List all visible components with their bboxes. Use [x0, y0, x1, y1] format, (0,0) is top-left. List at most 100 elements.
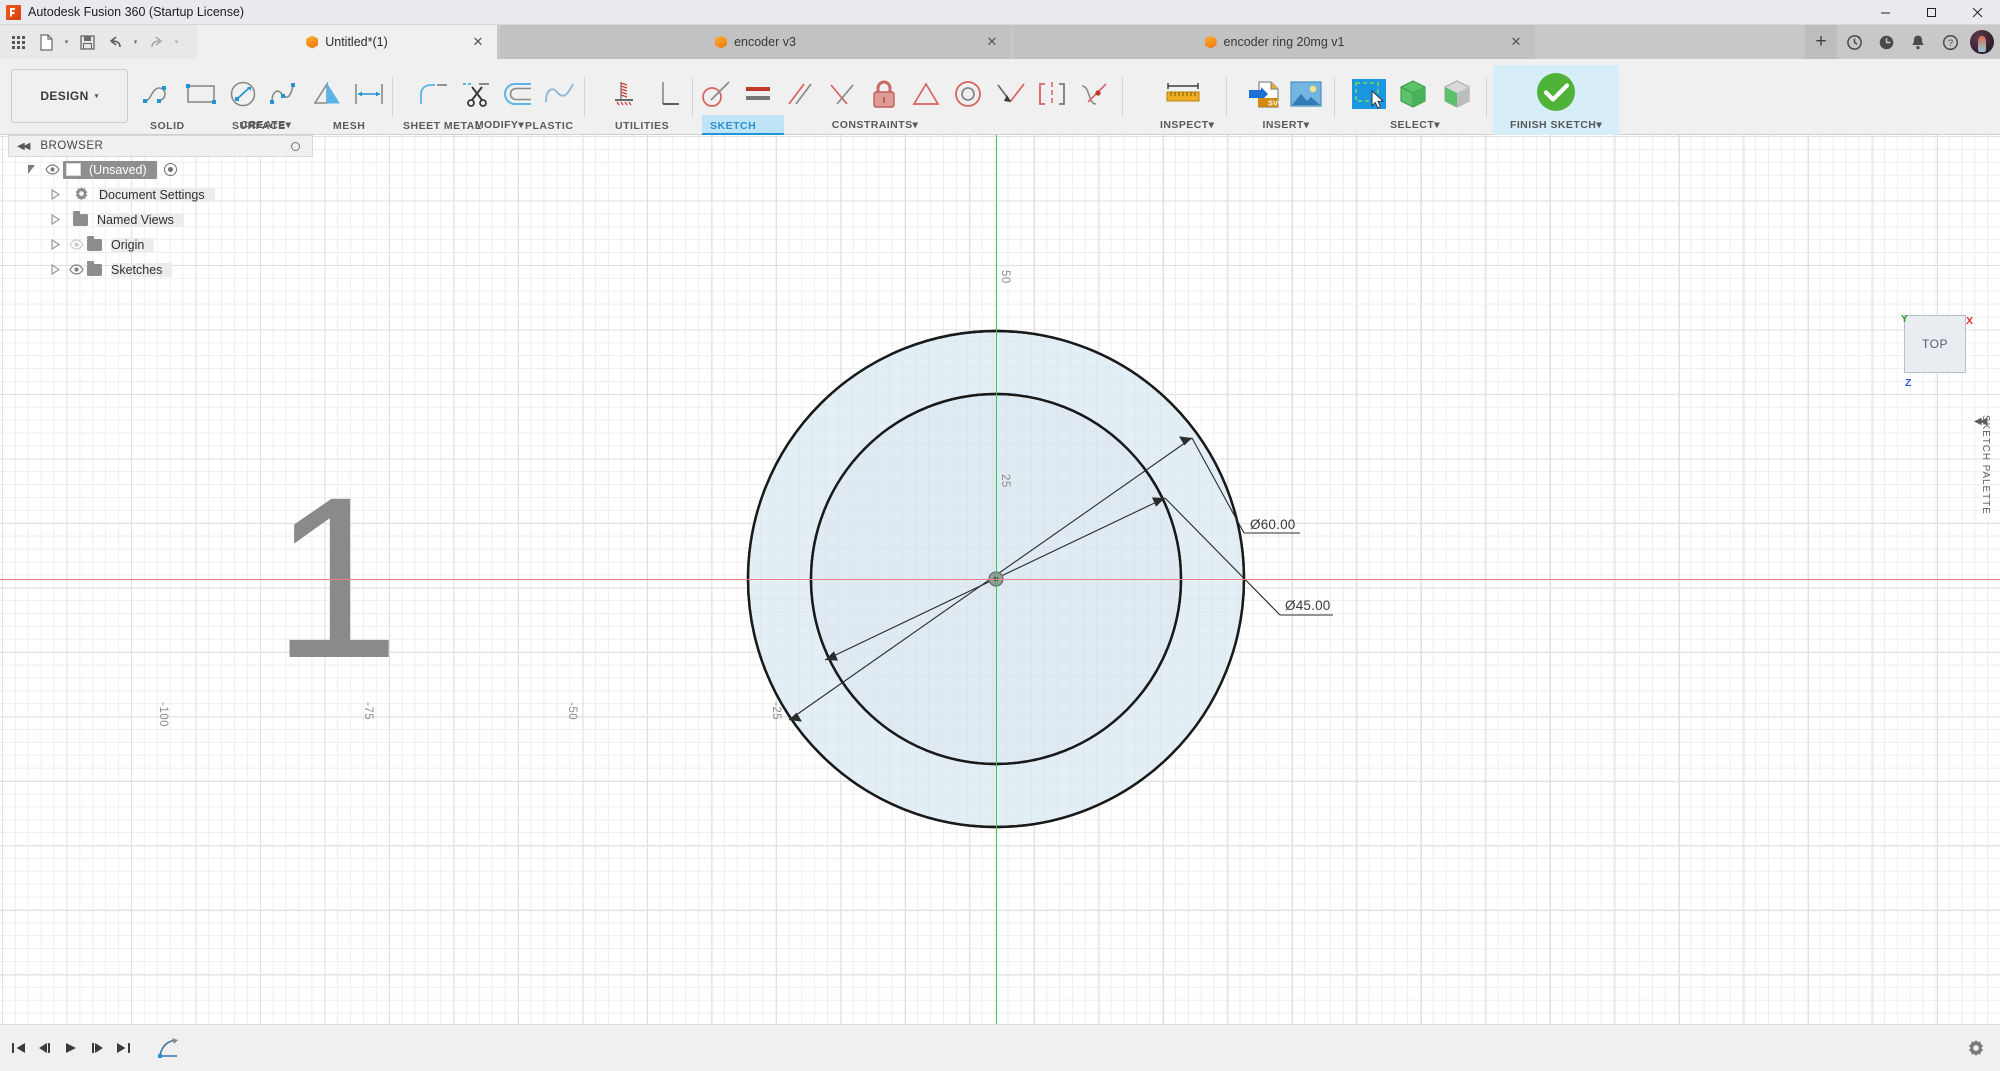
- redo-caret[interactable]: ▾: [171, 29, 182, 55]
- collinear-icon[interactable]: [991, 75, 1029, 113]
- curvature-continuous-icon[interactable]: [1075, 75, 1113, 113]
- user-avatar[interactable]: [1970, 30, 1994, 54]
- redo-icon[interactable]: [143, 29, 169, 55]
- insert-svg-icon[interactable]: SVG: [1244, 75, 1284, 113]
- curvature-icon[interactable]: [541, 75, 579, 113]
- new-document-icon[interactable]: [33, 29, 59, 55]
- trim-icon[interactable]: [457, 75, 495, 113]
- dimension-inner-diameter[interactable]: Ø45.00: [1285, 598, 1330, 613]
- midpoint-icon[interactable]: [907, 75, 945, 113]
- browser-row-sketches[interactable]: Sketches: [8, 257, 313, 282]
- job-status-icon[interactable]: [1839, 27, 1869, 57]
- app-title: Autodesk Fusion 360 (Startup License): [28, 5, 244, 19]
- offset-icon[interactable]: [350, 75, 388, 113]
- measure-icon[interactable]: [1160, 75, 1206, 113]
- insert-image-icon[interactable]: [1286, 75, 1326, 113]
- concentric-icon[interactable]: [949, 75, 987, 113]
- tab-utilities[interactable]: UTILITIES: [615, 120, 669, 132]
- line-icon[interactable]: [140, 75, 178, 113]
- view-cube[interactable]: TOP: [1904, 315, 1966, 373]
- new-tab-button[interactable]: +: [1805, 25, 1837, 59]
- document-tab-label: encoder ring 20mg v1: [1224, 35, 1345, 49]
- expand-arrow-icon[interactable]: [26, 164, 38, 176]
- workspace-switcher-button[interactable]: DESIGN ▾: [11, 69, 128, 123]
- fix-lock-icon[interactable]: [865, 75, 903, 113]
- view-cube-face-label: TOP: [1922, 337, 1948, 351]
- new-document-caret[interactable]: ▾: [61, 29, 72, 55]
- notifications-bell-icon[interactable]: [1903, 27, 1933, 57]
- minimize-button[interactable]: [1862, 0, 1908, 25]
- expand-arrow-icon[interactable]: [50, 264, 62, 276]
- close-button[interactable]: [1954, 0, 2000, 25]
- browser-row-unsaved[interactable]: (Unsaved): [8, 157, 313, 182]
- perpendicular-icon[interactable]: [823, 75, 861, 113]
- sketch-palette-strip-label[interactable]: SKETCH PALETTE: [1975, 415, 1991, 555]
- undo-icon[interactable]: [102, 29, 128, 55]
- document-tab-encoder-ring[interactable]: encoder ring 20mg v1 ✕: [1014, 25, 1535, 59]
- browser-header: ◀◀ BROWSER: [8, 135, 313, 157]
- document-tab-encoder-v3[interactable]: encoder v3 ✕: [500, 25, 1011, 59]
- tabbar-right-cluster: + ?: [1805, 25, 2000, 59]
- browser-title: BROWSER: [40, 140, 103, 152]
- perpendicular-constraint-icon[interactable]: [651, 75, 689, 113]
- symmetry-icon[interactable]: [1033, 75, 1071, 113]
- close-icon[interactable]: ✕: [471, 34, 485, 50]
- mirror-icon[interactable]: [308, 75, 346, 113]
- close-icon[interactable]: ✕: [985, 34, 999, 50]
- browser-row-named-views[interactable]: Named Views: [8, 207, 313, 232]
- equal-constraint-icon[interactable]: [739, 75, 777, 113]
- step-forward-icon[interactable]: [84, 1033, 110, 1063]
- circle-icon[interactable]: [224, 75, 262, 113]
- save-icon[interactable]: [74, 29, 100, 55]
- spline-icon[interactable]: [266, 75, 304, 113]
- visibility-eye-icon[interactable]: [67, 264, 85, 275]
- folder-icon: [73, 214, 88, 226]
- ground-constraint-icon[interactable]: [609, 75, 647, 113]
- sketch-canvas[interactable]: 1 50 25 -: [0, 135, 2000, 1071]
- group-label-select: SELECT▾: [1348, 119, 1482, 131]
- play-icon[interactable]: [58, 1033, 84, 1063]
- select-window-icon[interactable]: [1348, 75, 1390, 113]
- visibility-eye-icon[interactable]: [43, 164, 61, 175]
- dimension-outer-diameter[interactable]: Ø60.00: [1250, 517, 1295, 532]
- step-back-icon[interactable]: [32, 1033, 58, 1063]
- x-axis-line: [0, 579, 2000, 580]
- go-to-beginning-icon[interactable]: [6, 1033, 32, 1063]
- browser-panel: ◀◀ BROWSER (Unsaved): [8, 135, 313, 282]
- component-icon: [66, 163, 81, 176]
- group-label-modify: MODIFY▾: [415, 119, 584, 131]
- visibility-eye-icon[interactable]: [67, 239, 85, 250]
- collapse-left-icon[interactable]: ◀◀: [17, 141, 28, 152]
- parallel-constraint-icon[interactable]: [781, 75, 819, 113]
- rectangle-icon[interactable]: [182, 75, 220, 113]
- recent-activity-icon[interactable]: [1871, 27, 1901, 57]
- panel-settings-icon[interactable]: [291, 142, 300, 151]
- browser-row-document-settings[interactable]: Document Settings: [8, 182, 313, 207]
- browser-row-origin[interactable]: Origin: [8, 232, 313, 257]
- finish-sketch-check-icon[interactable]: [1516, 73, 1596, 111]
- offset-curve-icon[interactable]: [499, 75, 537, 113]
- maximize-button[interactable]: [1908, 0, 1954, 25]
- expand-arrow-icon[interactable]: [50, 189, 62, 201]
- undo-caret[interactable]: ▾: [130, 29, 141, 55]
- fillet-icon[interactable]: [415, 75, 453, 113]
- gear-icon[interactable]: [1966, 1039, 1986, 1059]
- select-body-icon[interactable]: [1392, 75, 1434, 113]
- sketch-feature-icon[interactable]: [156, 1035, 182, 1061]
- folder-icon: [87, 239, 102, 251]
- document-tab-label: Untitled*(1): [325, 35, 388, 49]
- close-icon[interactable]: ✕: [1509, 34, 1523, 50]
- select-paint-icon[interactable]: [1436, 75, 1478, 113]
- document-tab-untitled[interactable]: Untitled*(1) ✕: [197, 25, 497, 59]
- tab-sketch[interactable]: SKETCH: [710, 120, 756, 132]
- group-label-constraints: CONSTRAINTS▾: [790, 119, 960, 131]
- component-activate-icon[interactable]: [164, 163, 177, 176]
- tangent-constraint-icon[interactable]: [697, 75, 735, 113]
- expand-arrow-icon[interactable]: [50, 214, 62, 226]
- axis-label-25: 25: [999, 474, 1011, 488]
- app-grid-icon[interactable]: [5, 29, 31, 55]
- timeline-bar: [0, 1024, 2000, 1071]
- go-to-end-icon[interactable]: [110, 1033, 136, 1063]
- help-question-icon[interactable]: ?: [1935, 27, 1965, 57]
- expand-arrow-icon[interactable]: [50, 239, 62, 251]
